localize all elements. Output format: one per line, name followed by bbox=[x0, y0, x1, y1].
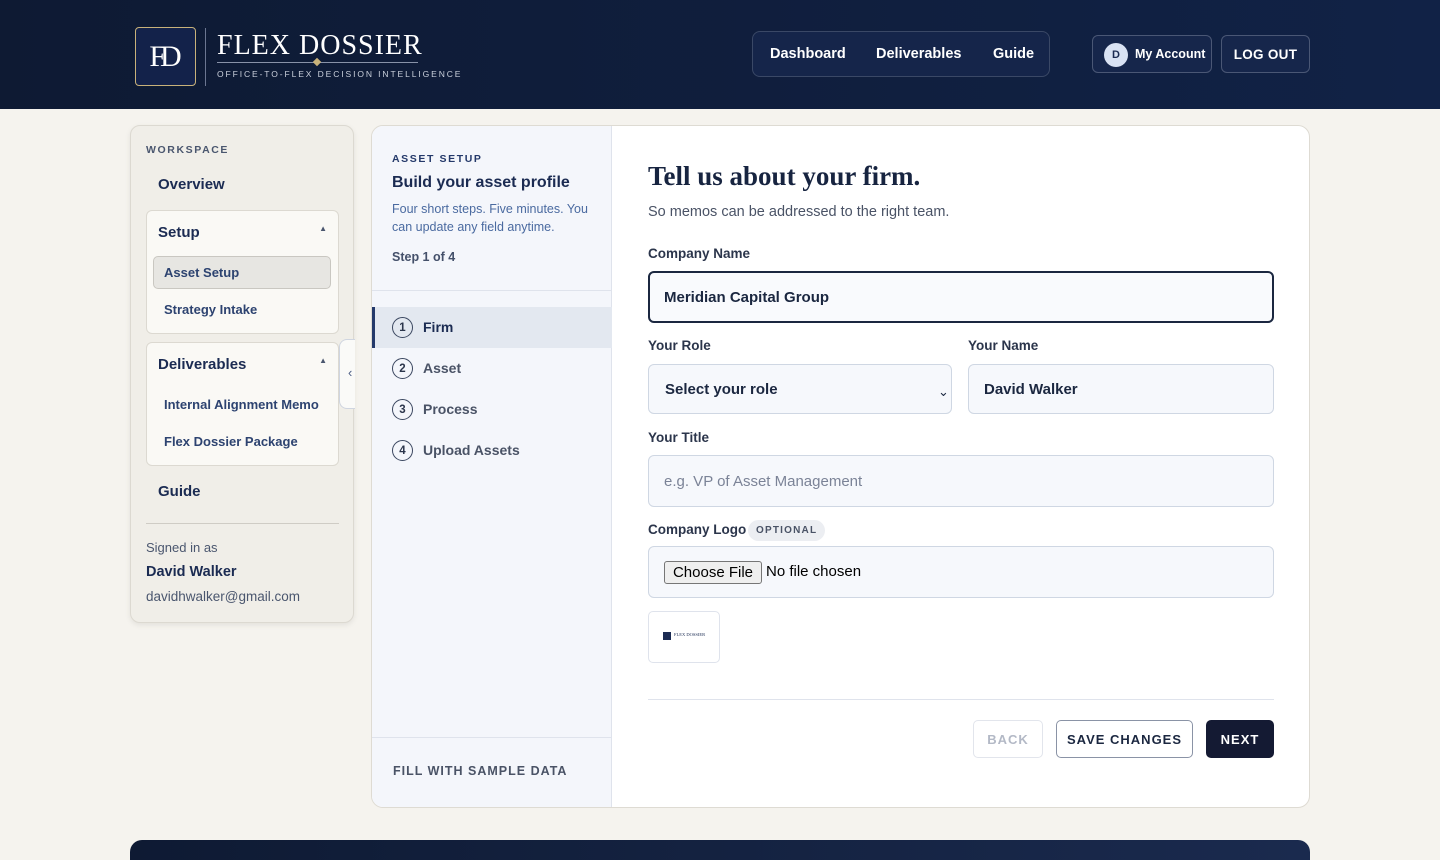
main-nav: Dashboard Deliverables Guide bbox=[752, 31, 1050, 77]
sidebar-item-flex-dossier-package[interactable]: Flex Dossier Package bbox=[164, 434, 298, 449]
steps-panel-description: Four short steps. Five minutes. You can … bbox=[392, 202, 588, 234]
section-label: ASSET SETUP bbox=[392, 153, 483, 165]
workspace-label: WORKSPACE bbox=[146, 144, 230, 156]
file-status: No file chosen bbox=[766, 563, 862, 580]
sidebar-item-internal-alignment-memo[interactable]: Internal Alignment Memo bbox=[164, 397, 319, 412]
nav-deliverables-link[interactable]: Deliverables bbox=[876, 46, 961, 62]
sidebar-group-setup: Setup ▲ Asset Setup Strategy Intake bbox=[146, 210, 339, 334]
steps-bottom-divider bbox=[372, 737, 612, 738]
fill-sample-data-button[interactable]: FILL WITH SAMPLE DATA bbox=[393, 764, 567, 778]
logo-preview-thumbnail: FLEX DOSSIER bbox=[648, 611, 720, 663]
signed-in-label: Signed in as bbox=[146, 540, 218, 555]
brand-logo-mark[interactable]: FD bbox=[135, 27, 196, 86]
form-subtitle: So memos can be addressed to the right t… bbox=[648, 204, 950, 220]
sidebar-group-deliverables-heading[interactable]: Deliverables bbox=[158, 356, 246, 373]
collapse-caret-icon[interactable]: ▲ bbox=[319, 356, 327, 365]
step-item-firm[interactable]: 1 Firm bbox=[372, 307, 612, 348]
step-label: Firm bbox=[423, 319, 454, 335]
sidebar-group-deliverables: Deliverables ▲ Internal Alignment Memo F… bbox=[146, 342, 339, 466]
next-button[interactable]: NEXT bbox=[1206, 720, 1274, 758]
role-label: Your Role bbox=[648, 338, 711, 353]
save-changes-button[interactable]: SAVE CHANGES bbox=[1056, 720, 1193, 758]
step-number: 3 bbox=[392, 399, 413, 420]
sidebar-item-overview[interactable]: Overview bbox=[158, 176, 225, 193]
sidebar-item-asset-setup[interactable]: Asset Setup bbox=[164, 265, 239, 280]
my-account-label: My Account bbox=[1135, 47, 1206, 61]
thumb-logo-mark bbox=[663, 632, 671, 640]
signed-in-user-email: davidhwalker@gmail.com bbox=[146, 589, 301, 604]
steps-panel: ASSET SETUP Build your asset profile Fou… bbox=[372, 126, 612, 807]
step-label: Upload Assets bbox=[423, 442, 520, 458]
nav-dashboard-link[interactable]: Dashboard bbox=[770, 46, 846, 62]
workspace-sidebar: WORKSPACE Overview Setup ▲ Asset Setup S… bbox=[130, 125, 354, 623]
step-item-asset[interactable]: 2 Asset bbox=[372, 348, 612, 389]
asset-setup-card: ASSET SETUP Build your asset profile Fou… bbox=[371, 125, 1310, 808]
company-name-label: Company Name bbox=[648, 246, 751, 261]
footer-banner bbox=[130, 840, 1310, 860]
logo-monogram: FD bbox=[149, 39, 181, 73]
thumb-logo-text: FLEX DOSSIER bbox=[674, 632, 706, 637]
sidebar-divider bbox=[146, 523, 339, 524]
optional-badge: OPTIONAL bbox=[748, 520, 826, 541]
your-name-input[interactable] bbox=[968, 364, 1274, 414]
avatar: D bbox=[1104, 43, 1128, 67]
company-logo-file-input: Choose File No file chosen bbox=[648, 546, 1274, 598]
step-label: Asset bbox=[423, 360, 462, 376]
collapse-caret-icon[interactable]: ▲ bbox=[319, 224, 327, 233]
step-number: 4 bbox=[392, 440, 413, 461]
company-name-input[interactable] bbox=[648, 271, 1274, 323]
form-title: Tell us about your firm. bbox=[648, 161, 921, 191]
step-item-upload-assets[interactable]: 4 Upload Assets bbox=[372, 430, 612, 471]
logo-divider bbox=[205, 28, 206, 86]
step-indicator: Step 1 of 4 bbox=[392, 250, 456, 264]
step-number: 1 bbox=[392, 317, 413, 338]
step-number: 2 bbox=[392, 358, 413, 379]
back-button[interactable]: BACK bbox=[973, 720, 1043, 758]
top-navigation-bar: FD FLEX DOSSIER OFFICE-TO-FLEX DECISION … bbox=[0, 0, 1440, 109]
signed-in-user-name: David Walker bbox=[146, 564, 237, 580]
logout-button[interactable]: LOG OUT bbox=[1221, 35, 1310, 73]
your-title-label: Your Title bbox=[648, 430, 710, 445]
steps-panel-title: Build your asset profile bbox=[392, 174, 570, 191]
sidebar-item-strategy-intake[interactable]: Strategy Intake bbox=[164, 302, 257, 317]
brand-tagline: OFFICE-TO-FLEX DECISION INTELLIGENCE bbox=[217, 69, 463, 79]
chevron-left-icon: ‹ bbox=[348, 365, 353, 380]
form-divider bbox=[648, 699, 1274, 700]
step-label: Process bbox=[423, 401, 478, 417]
role-select[interactable]: Select your role bbox=[648, 364, 952, 414]
sidebar-group-setup-heading[interactable]: Setup bbox=[158, 224, 200, 241]
step-item-process[interactable]: 3 Process bbox=[372, 389, 612, 430]
brand-title: FLEX DOSSIER bbox=[217, 30, 423, 61]
sidebar-collapse-toggle[interactable]: ‹ bbox=[339, 339, 355, 409]
your-name-label: Your Name bbox=[968, 338, 1039, 353]
my-account-button[interactable]: D My Account bbox=[1092, 35, 1212, 73]
choose-file-button[interactable]: Choose File bbox=[664, 561, 762, 584]
nav-guide-link[interactable]: Guide bbox=[993, 46, 1034, 62]
sidebar-item-guide[interactable]: Guide bbox=[158, 483, 201, 500]
steps-divider bbox=[372, 290, 612, 291]
company-logo-label: Company Logo bbox=[648, 522, 747, 537]
your-title-input[interactable] bbox=[648, 455, 1274, 507]
